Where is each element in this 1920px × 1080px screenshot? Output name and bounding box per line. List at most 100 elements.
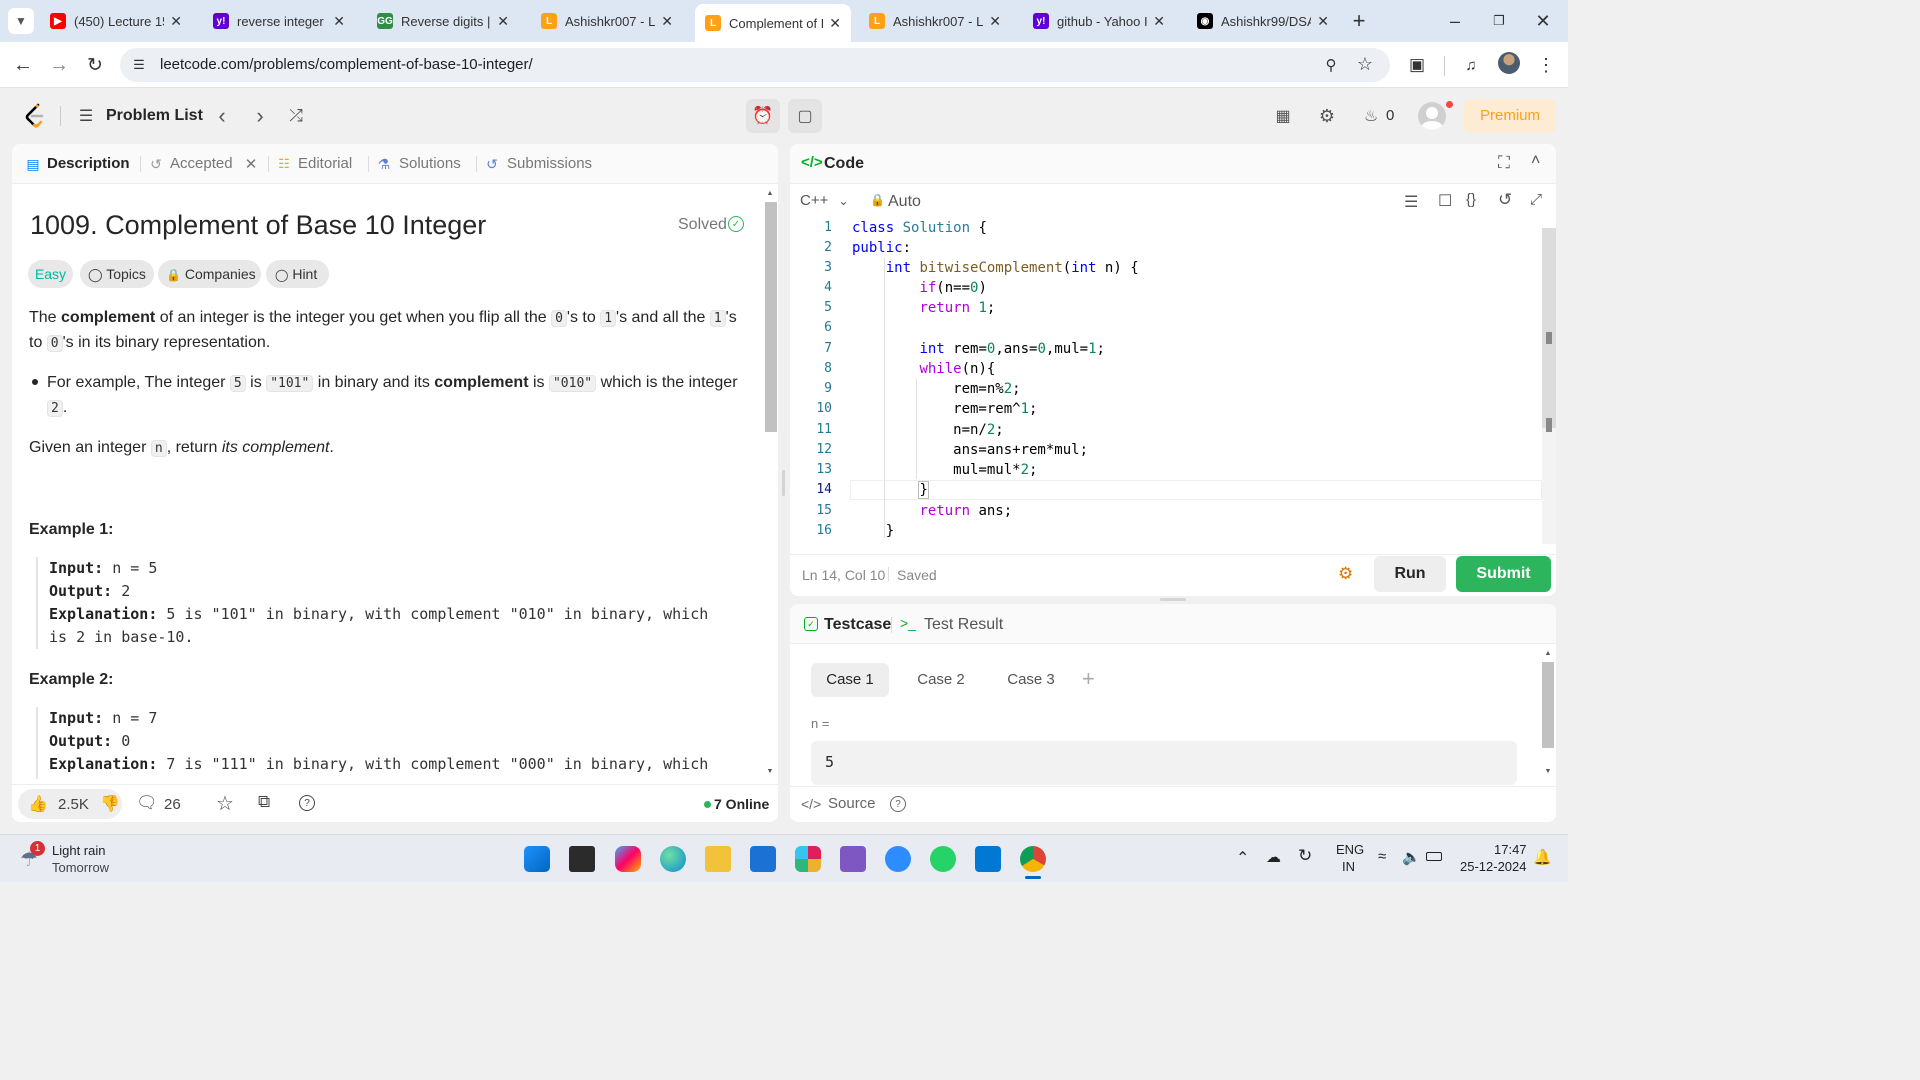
companies-chip[interactable]: 🔒 Companies [158, 260, 261, 288]
weather-widget[interactable]: ☂ 1 Light rain Tomorrow [18, 841, 138, 877]
close-tab-icon[interactable]: ✕ [829, 15, 841, 32]
store-icon[interactable] [750, 846, 776, 872]
visual-studio-icon[interactable] [840, 846, 866, 872]
difficulty-badge[interactable]: Easy [28, 260, 73, 288]
whatsapp-icon[interactable] [930, 846, 956, 872]
battery-icon[interactable] [1426, 852, 1442, 861]
task-view-icon[interactable] [569, 846, 595, 872]
description-scrollbar[interactable]: ▲ ▼ [764, 188, 777, 778]
run-button[interactable]: Run [1374, 556, 1446, 592]
browser-tab[interactable]: GG Reverse digits | P ✕ [367, 6, 519, 36]
problem-list-icon[interactable]: ☰ [76, 105, 96, 127]
testcase-scrollbar[interactable]: ▲ ▼ [1542, 648, 1554, 778]
param-input[interactable]: 5 [811, 741, 1517, 785]
source-link[interactable]: Source [828, 795, 876, 812]
restore-icon[interactable]: ❐ [1484, 8, 1514, 34]
notes-icon[interactable]: ▢ [788, 99, 822, 133]
close-tab-icon[interactable]: ✕ [333, 13, 345, 30]
help-icon[interactable]: ? [299, 795, 315, 811]
share-icon[interactable]: ⧉ [258, 792, 270, 812]
profile-avatar[interactable] [1498, 52, 1520, 74]
language-indicator-2[interactable]: IN [1342, 859, 1355, 874]
clock-time[interactable]: 17:47 [1494, 842, 1527, 857]
tab-test-result[interactable]: Test Result [924, 616, 1003, 634]
comments-icon[interactable]: 🗨 [136, 793, 158, 813]
browser-tab[interactable]: ◉ Ashishkr99/DSA ✕ [1187, 6, 1339, 36]
close-accepted-tab-icon[interactable]: ✕ [244, 155, 258, 173]
editor-scrollbar[interactable] [1542, 228, 1556, 544]
clock-date[interactable]: 25-12-2024 [1460, 859, 1527, 874]
case-tab-3[interactable]: Case 3 [992, 663, 1070, 697]
premium-button[interactable]: Premium [1464, 99, 1556, 133]
browser-tab[interactable]: L Complement of B ✕ [695, 4, 851, 42]
start-menu-icon[interactable] [524, 846, 550, 872]
next-problem-icon[interactable]: › [250, 103, 270, 128]
tab-search-icon[interactable]: ▼ [8, 8, 34, 34]
problem-list-link[interactable]: Problem List [106, 107, 203, 125]
format-icon[interactable]: ☰ [1404, 192, 1418, 212]
language-select[interactable]: C++ ⌄ [800, 192, 849, 209]
reset-icon[interactable]: ↺ [1498, 190, 1512, 210]
chrome-menu-icon[interactable]: ⋮ [1536, 52, 1556, 78]
thumbs-down-icon[interactable]: 👎 [100, 794, 120, 814]
browser-tab[interactable]: L Ashishkr007 - Le ✕ [531, 6, 683, 36]
tab-editorial[interactable]: Editorial [298, 155, 352, 172]
extensions-icon[interactable]: ▣ [1404, 52, 1430, 78]
forward-icon[interactable]: → [46, 52, 72, 78]
braces-icon[interactable]: {} [1466, 191, 1476, 208]
slack-icon[interactable] [795, 846, 821, 872]
reload-icon[interactable]: ↻ [82, 52, 108, 78]
volume-icon[interactable]: 🔈 [1402, 848, 1421, 866]
leetcode-logo-icon[interactable] [24, 103, 48, 129]
tab-submissions[interactable]: Submissions [507, 155, 592, 172]
browser-tab[interactable]: L Ashishkr007 - Le ✕ [859, 6, 1011, 36]
minimize-icon[interactable]: – [1440, 8, 1470, 34]
onedrive-icon[interactable]: ☁ [1266, 848, 1281, 866]
close-window-icon[interactable]: ✕ [1528, 8, 1558, 34]
prev-problem-icon[interactable]: ‹ [212, 103, 232, 128]
topics-chip[interactable]: ◯ Topics [80, 260, 154, 288]
browser-tab[interactable]: y! github - Yahoo In ✕ [1023, 6, 1175, 36]
close-tab-icon[interactable]: ✕ [497, 13, 509, 30]
edge-icon[interactable] [660, 846, 686, 872]
case-tab-1[interactable]: Case 1 [811, 663, 889, 697]
tab-testcase[interactable]: Testcase [824, 616, 891, 634]
chrome-icon[interactable] [1020, 846, 1046, 872]
site-info-icon[interactable]: ☰ [128, 54, 150, 76]
horizontal-splitter[interactable] [1160, 598, 1186, 601]
timer-icon[interactable]: ⏰ [746, 99, 780, 133]
language-indicator-1[interactable]: ENG [1336, 842, 1364, 857]
file-explorer-icon[interactable] [705, 846, 731, 872]
tab-description[interactable]: Description [47, 155, 130, 172]
hint-chip[interactable]: ◯ Hint [266, 260, 329, 288]
debug-icon[interactable]: ⚙ [1338, 564, 1353, 584]
media-control-icon[interactable]: ♫ [1458, 52, 1484, 78]
browser-tab[interactable]: y! reverse integer g ✕ [203, 6, 355, 36]
new-tab-button[interactable]: + [1346, 8, 1372, 34]
zoom-icon[interactable] [885, 846, 911, 872]
favorite-star-icon[interactable]: ☆ [216, 791, 234, 816]
tab-accepted[interactable]: Accepted [170, 155, 233, 172]
notification-bell-icon[interactable]: 🔔 [1533, 848, 1552, 866]
submit-button[interactable]: Submit [1456, 556, 1551, 592]
case-tab-2[interactable]: Case 2 [902, 663, 980, 697]
copilot-icon[interactable] [615, 846, 641, 872]
close-tab-icon[interactable]: ✕ [989, 13, 1001, 30]
tab-solutions[interactable]: Solutions [399, 155, 461, 172]
browser-tab[interactable]: ▶ (450) Lecture 15: ✕ [40, 6, 192, 36]
streak-fire-icon[interactable]: ♨ [1360, 105, 1382, 127]
add-case-icon[interactable]: + [1082, 666, 1095, 692]
back-icon[interactable]: ← [10, 52, 36, 78]
bookmark-star-icon[interactable]: ☆ [1354, 53, 1376, 75]
close-tab-icon[interactable]: ✕ [170, 13, 182, 30]
help-icon[interactable]: ? [890, 796, 906, 812]
auto-label[interactable]: Auto [888, 193, 921, 211]
layout-icon[interactable]: ▦ [1272, 105, 1294, 127]
address-bar[interactable]: ☰ leetcode.com/problems/complement-of-ba… [120, 48, 1390, 82]
scroll-thumb[interactable] [1542, 662, 1554, 748]
vscode-icon[interactable] [975, 846, 1001, 872]
maximize-icon[interactable]: ⛶ [1498, 153, 1510, 173]
wifi-icon[interactable]: ≈ [1378, 848, 1386, 865]
tray-overflow-icon[interactable]: ⌃ [1236, 848, 1249, 868]
shuffle-icon[interactable]: ⤮ [285, 105, 307, 127]
